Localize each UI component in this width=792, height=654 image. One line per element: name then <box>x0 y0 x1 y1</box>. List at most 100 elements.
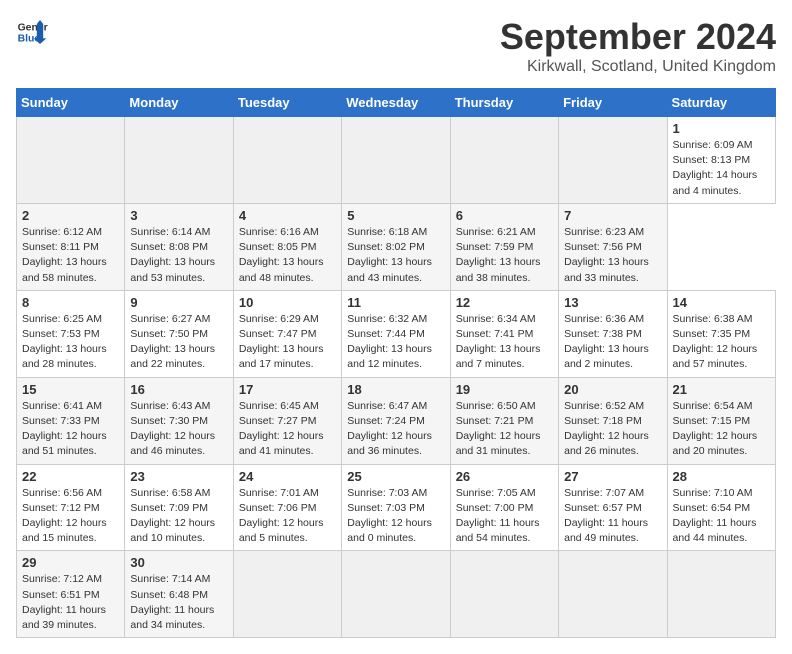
day-number: 20 <box>564 382 661 397</box>
day-header-friday: Friday <box>559 89 667 117</box>
day-info: Sunrise: 6:23 AMSunset: 7:56 PMDaylight:… <box>564 225 661 286</box>
week-row-2: 2Sunrise: 6:12 AMSunset: 8:11 PMDaylight… <box>17 203 776 290</box>
empty-cell <box>559 117 667 204</box>
day-cell-16: 16 Sunrise: 6:43 AMSunset: 7:30 PMDayligh… <box>125 377 233 464</box>
day-number: 5 <box>347 208 444 223</box>
logo-icon: General Blue <box>16 16 48 48</box>
day-header-sunday: Sunday <box>17 89 125 117</box>
day-number: 29 <box>22 555 119 570</box>
day-number: 7 <box>564 208 661 223</box>
day-number: 23 <box>130 469 227 484</box>
day-info: Sunrise: 6:52 AMSunset: 7:18 PMDaylight:… <box>564 399 661 460</box>
day-cell-23: 23 Sunrise: 6:58 AMSunset: 7:09 PMDayligh… <box>125 464 233 551</box>
empty-cell <box>233 551 341 638</box>
day-number: 28 <box>673 469 770 484</box>
day-number: 27 <box>564 469 661 484</box>
day-info: Sunrise: 6:12 AMSunset: 8:11 PMDaylight:… <box>22 225 119 286</box>
empty-cell <box>125 117 233 204</box>
day-cell-25: 25 Sunrise: 7:03 AMSunset: 7:03 PMDayligh… <box>342 464 450 551</box>
day-info: Sunrise: 6:18 AMSunset: 8:02 PMDaylight:… <box>347 225 444 286</box>
day-header-monday: Monday <box>125 89 233 117</box>
day-info: Sunrise: 6:41 AMSunset: 7:33 PMDaylight:… <box>22 399 119 460</box>
day-cell-28: 28 Sunrise: 7:10 AMSunset: 6:54 PMDayligh… <box>667 464 775 551</box>
day-info: Sunrise: 6:56 AMSunset: 7:12 PMDaylight:… <box>22 486 119 547</box>
day-cell-15: 15Sunrise: 6:41 AMSunset: 7:33 PMDayligh… <box>17 377 125 464</box>
day-cell-10: 10 Sunrise: 6:29 AMSunset: 7:47 PMDayligh… <box>233 290 341 377</box>
day-info: Sunrise: 6:38 AMSunset: 7:35 PMDaylight:… <box>673 312 770 373</box>
day-info: Sunrise: 6:14 AMSunset: 8:08 PMDaylight:… <box>130 225 227 286</box>
day-info: Sunrise: 6:29 AMSunset: 7:47 PMDaylight:… <box>239 312 336 373</box>
empty-cell <box>450 117 558 204</box>
day-number: 16 <box>130 382 227 397</box>
day-number: 11 <box>347 295 444 310</box>
empty-cell <box>450 551 558 638</box>
day-header-saturday: Saturday <box>667 89 775 117</box>
week-row-4: 15Sunrise: 6:41 AMSunset: 7:33 PMDayligh… <box>17 377 776 464</box>
svg-text:General: General <box>18 22 48 33</box>
day-info: Sunrise: 6:43 AMSunset: 7:30 PMDaylight:… <box>130 399 227 460</box>
week-row-5: 22Sunrise: 6:56 AMSunset: 7:12 PMDayligh… <box>17 464 776 551</box>
day-info: Sunrise: 6:34 AMSunset: 7:41 PMDaylight:… <box>456 312 553 373</box>
day-number: 18 <box>347 382 444 397</box>
month-title: September 2024 <box>500 16 776 58</box>
day-number: 14 <box>673 295 770 310</box>
day-number: 10 <box>239 295 336 310</box>
day-cell-8: 8Sunrise: 6:25 AMSunset: 7:53 PMDaylight… <box>17 290 125 377</box>
day-number: 13 <box>564 295 661 310</box>
day-cell-27: 27Sunrise: 7:07 AMSunset: 6:57 PMDayligh… <box>559 464 667 551</box>
day-cell-24: 24Sunrise: 7:01 AMSunset: 7:06 PMDayligh… <box>233 464 341 551</box>
week-row-1: 1Sunrise: 6:09 AMSunset: 8:13 PMDaylight… <box>17 117 776 204</box>
day-number: 9 <box>130 295 227 310</box>
day-cell-18: 18Sunrise: 6:47 AMSunset: 7:24 PMDayligh… <box>342 377 450 464</box>
calendar-table: SundayMondayTuesdayWednesdayThursdayFrid… <box>16 88 776 638</box>
day-cell-4: 4Sunrise: 6:16 AMSunset: 8:05 PMDaylight… <box>233 203 341 290</box>
day-info: Sunrise: 6:27 AMSunset: 7:50 PMDaylight:… <box>130 312 227 373</box>
day-number: 3 <box>130 208 227 223</box>
day-cell-9: 9 Sunrise: 6:27 AMSunset: 7:50 PMDaylight… <box>125 290 233 377</box>
day-info: Sunrise: 6:09 AMSunset: 8:13 PMDaylight:… <box>673 138 770 199</box>
day-cell-2: 2Sunrise: 6:12 AMSunset: 8:11 PMDaylight… <box>17 203 125 290</box>
empty-cell <box>17 117 125 204</box>
day-info: Sunrise: 6:58 AMSunset: 7:09 PMDaylight:… <box>130 486 227 547</box>
empty-cell <box>667 551 775 638</box>
day-info: Sunrise: 6:25 AMSunset: 7:53 PMDaylight:… <box>22 312 119 373</box>
week-row-6: 29Sunrise: 7:12 AMSunset: 6:51 PMDayligh… <box>17 551 776 638</box>
day-info: Sunrise: 6:36 AMSunset: 7:38 PMDaylight:… <box>564 312 661 373</box>
day-cell-20: 20 Sunrise: 6:52 AMSunset: 7:18 PMDayligh… <box>559 377 667 464</box>
day-number: 17 <box>239 382 336 397</box>
day-info: Sunrise: 6:16 AMSunset: 8:05 PMDaylight:… <box>239 225 336 286</box>
day-cell-6: 6 Sunrise: 6:21 AMSunset: 7:59 PMDaylight… <box>450 203 558 290</box>
day-info: Sunrise: 6:21 AMSunset: 7:59 PMDaylight:… <box>456 225 553 286</box>
empty-cell <box>233 117 341 204</box>
day-number: 25 <box>347 469 444 484</box>
day-number: 30 <box>130 555 227 570</box>
day-cell-26: 26Sunrise: 7:05 AMSunset: 7:00 PMDayligh… <box>450 464 558 551</box>
location-subtitle: Kirkwall, Scotland, United Kingdom <box>500 58 776 76</box>
day-header-thursday: Thursday <box>450 89 558 117</box>
day-cell-19: 19 Sunrise: 6:50 AMSunset: 7:21 PMDayligh… <box>450 377 558 464</box>
day-info: Sunrise: 6:32 AMSunset: 7:44 PMDaylight:… <box>347 312 444 373</box>
empty-cell <box>559 551 667 638</box>
day-cell-14: 14 Sunrise: 6:38 AMSunset: 7:35 PMDayligh… <box>667 290 775 377</box>
day-info: Sunrise: 6:50 AMSunset: 7:21 PMDaylight:… <box>456 399 553 460</box>
title-section: September 2024 Kirkwall, Scotland, Unite… <box>500 16 776 76</box>
day-cell-12: 12 Sunrise: 6:34 AMSunset: 7:41 PMDayligh… <box>450 290 558 377</box>
day-cell-30: 30Sunrise: 7:14 AMSunset: 6:48 PMDayligh… <box>125 551 233 638</box>
day-info: Sunrise: 7:10 AMSunset: 6:54 PMDaylight:… <box>673 486 770 547</box>
day-cell-29: 29Sunrise: 7:12 AMSunset: 6:51 PMDayligh… <box>17 551 125 638</box>
day-number: 12 <box>456 295 553 310</box>
day-info: Sunrise: 7:03 AMSunset: 7:03 PMDaylight:… <box>347 486 444 547</box>
day-cell-7: 7 Sunrise: 6:23 AMSunset: 7:56 PMDaylight… <box>559 203 667 290</box>
day-cell-17: 17Sunrise: 6:45 AMSunset: 7:27 PMDayligh… <box>233 377 341 464</box>
week-row-3: 8Sunrise: 6:25 AMSunset: 7:53 PMDaylight… <box>17 290 776 377</box>
day-number: 26 <box>456 469 553 484</box>
day-info: Sunrise: 6:54 AMSunset: 7:15 PMDaylight:… <box>673 399 770 460</box>
empty-cell <box>342 551 450 638</box>
days-header-row: SundayMondayTuesdayWednesdayThursdayFrid… <box>17 89 776 117</box>
day-cell-1: 1Sunrise: 6:09 AMSunset: 8:13 PMDaylight… <box>667 117 775 204</box>
day-cell-3: 3 Sunrise: 6:14 AMSunset: 8:08 PMDaylight… <box>125 203 233 290</box>
day-number: 6 <box>456 208 553 223</box>
page-header: General Blue September 2024 Kirkwall, Sc… <box>16 16 776 76</box>
day-number: 19 <box>456 382 553 397</box>
logo: General Blue <box>16 16 48 48</box>
